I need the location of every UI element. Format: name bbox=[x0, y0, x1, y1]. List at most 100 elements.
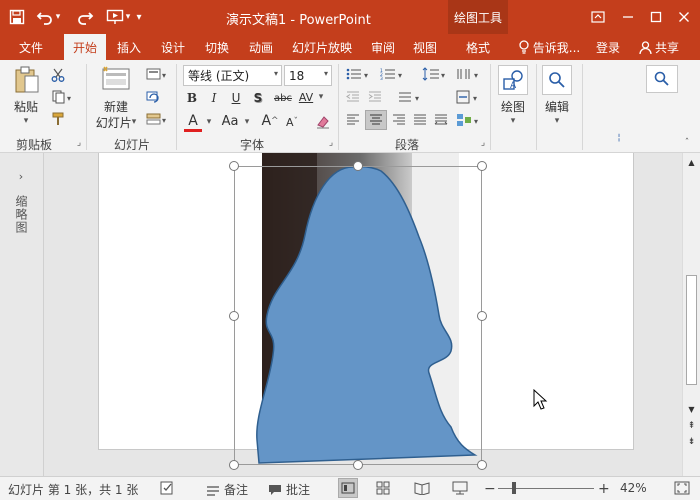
align-left-icon[interactable] bbox=[344, 111, 362, 129]
character-spacing-dropdown-icon[interactable]: ▾ bbox=[316, 90, 326, 104]
tab-design[interactable]: 设计 bbox=[154, 34, 192, 60]
clear-formatting-icon[interactable] bbox=[314, 112, 332, 130]
ribbon-separator bbox=[176, 64, 177, 150]
editing-dropdown-icon[interactable]: ▾ bbox=[552, 116, 562, 126]
tab-insert[interactable]: 插入 bbox=[110, 34, 148, 60]
font-color-dropdown-icon[interactable]: ▾ bbox=[204, 116, 214, 128]
clipboard-launcher-icon[interactable]: ⌟ bbox=[74, 138, 84, 148]
tell-me-button[interactable]: 告诉我... bbox=[514, 34, 584, 60]
scroll-up-icon[interactable]: ▲ bbox=[685, 155, 698, 169]
justify-icon[interactable] bbox=[411, 111, 429, 129]
editing-button-label[interactable]: 编辑 bbox=[540, 98, 574, 114]
align-right-icon[interactable] bbox=[390, 111, 408, 129]
numbering-icon[interactable]: 1 2 3 ▾ bbox=[378, 66, 408, 82]
zoom-in-icon[interactable]: + bbox=[598, 481, 610, 497]
thumbnail-pane-label[interactable]: 缩略图 bbox=[12, 195, 30, 234]
zoom-out-icon[interactable]: − bbox=[484, 481, 496, 497]
maximize-icon[interactable] bbox=[646, 7, 666, 27]
strikethrough-button[interactable]: abc bbox=[272, 89, 294, 107]
notes-button[interactable]: 备注 bbox=[206, 481, 248, 498]
font-size-select[interactable]: 18 ▾ bbox=[284, 65, 332, 86]
grow-font-button[interactable]: A ^ bbox=[261, 112, 278, 130]
new-slide-label-1[interactable]: 新建 bbox=[94, 98, 138, 114]
change-case-dropdown-icon[interactable]: ▾ bbox=[242, 116, 252, 128]
tab-transitions[interactable]: 切换 bbox=[198, 34, 236, 60]
customize-qat-icon[interactable]: ▾ bbox=[132, 6, 146, 28]
underline-button[interactable]: U bbox=[228, 89, 244, 107]
shrink-font-button[interactable]: Aˇ bbox=[284, 114, 300, 130]
scrollbar-thumb[interactable] bbox=[686, 275, 697, 385]
change-case-button[interactable]: Aa bbox=[218, 112, 242, 130]
close-icon[interactable] bbox=[674, 7, 694, 27]
section-icon[interactable]: ▾ bbox=[144, 110, 170, 128]
scroll-down-icon[interactable]: ▼ bbox=[685, 402, 698, 416]
redo-icon[interactable] bbox=[74, 6, 96, 28]
font-name-select[interactable]: 等线 (正文) ▾ bbox=[183, 65, 282, 86]
ribbon-display-options-icon[interactable] bbox=[588, 7, 608, 27]
tab-animations[interactable]: 动画 bbox=[242, 34, 280, 60]
spell-check-icon[interactable] bbox=[160, 481, 176, 495]
reset-slide-icon[interactable] bbox=[144, 88, 162, 106]
zoom-level[interactable]: 42% bbox=[620, 481, 647, 495]
previous-slide-icon[interactable]: ⇞ bbox=[685, 419, 698, 433]
align-text-icon[interactable]: ▾ bbox=[454, 89, 484, 105]
character-spacing-button[interactable]: AV bbox=[296, 88, 316, 106]
svg-text:▾: ▾ bbox=[398, 71, 402, 80]
ribbon-home: 粘贴 ▾ ▾ 剪贴板 ⌟ 新建 幻灯片 ▾ ▾ ▾ 幻灯片 等线 (正文) ▾ 18… bbox=[0, 60, 700, 153]
tab-view[interactable]: 视图 bbox=[406, 34, 444, 60]
editing-search-icon[interactable] bbox=[542, 65, 572, 95]
text-direction-icon[interactable]: ▾ bbox=[396, 89, 426, 105]
drawing-shapes-icon[interactable]: A bbox=[498, 65, 528, 95]
reading-view-icon[interactable] bbox=[414, 481, 430, 495]
format-painter-icon[interactable] bbox=[48, 110, 68, 128]
new-slide-icon[interactable] bbox=[98, 64, 134, 94]
next-slide-icon[interactable]: ⇟ bbox=[685, 435, 698, 449]
minimize-icon[interactable] bbox=[618, 7, 638, 27]
comments-button[interactable]: 批注 bbox=[268, 481, 310, 498]
align-center-icon[interactable] bbox=[365, 110, 387, 130]
bold-button[interactable]: B bbox=[184, 89, 200, 107]
vertical-scrollbar[interactable]: ▲ ▼ ⇞ ⇟ bbox=[682, 153, 700, 476]
collapse-ribbon-icon[interactable]: ˆ bbox=[680, 138, 694, 148]
tab-slideshow[interactable]: 幻灯片放映 bbox=[286, 34, 358, 60]
slide-sorter-view-icon[interactable] bbox=[376, 481, 390, 495]
login-button[interactable]: 登录 bbox=[592, 34, 624, 60]
expand-thumbnails-icon[interactable]: › bbox=[12, 167, 30, 185]
drawing-dropdown-icon[interactable]: ▾ bbox=[508, 116, 518, 126]
paste-dropdown-icon[interactable]: ▾ bbox=[20, 116, 32, 126]
distributed-icon[interactable] bbox=[432, 111, 450, 129]
paragraph-launcher-icon[interactable]: ⌟ bbox=[478, 138, 488, 148]
slide-count-status: 幻灯片 第 1 张，共 1 张 bbox=[8, 483, 139, 497]
slideshow-view-icon[interactable] bbox=[452, 481, 468, 495]
resize-handles[interactable] bbox=[228, 160, 488, 471]
tab-home[interactable]: 开始 bbox=[64, 34, 106, 60]
font-launcher-icon[interactable]: ⌟ bbox=[326, 138, 336, 148]
search-icon[interactable] bbox=[646, 65, 678, 93]
normal-view-icon[interactable] bbox=[338, 478, 358, 498]
tab-file[interactable]: 文件 bbox=[8, 34, 54, 60]
drawing-button-label[interactable]: 绘图 bbox=[496, 98, 530, 114]
font-size-value: 18 bbox=[289, 68, 305, 83]
decrease-indent-icon[interactable] bbox=[344, 89, 362, 105]
fit-slide-icon[interactable] bbox=[674, 481, 690, 495]
tab-format[interactable]: 格式 bbox=[456, 34, 500, 60]
paste-button-label[interactable]: 粘贴 bbox=[8, 98, 44, 114]
columns-icon[interactable]: ▾ bbox=[454, 66, 484, 82]
cut-icon[interactable] bbox=[48, 66, 68, 84]
share-button[interactable]: 共享 bbox=[634, 34, 684, 60]
new-slide-label-2[interactable]: 幻灯片 ▾ bbox=[92, 114, 140, 130]
undo-dropdown-icon[interactable]: ▾ bbox=[52, 6, 64, 28]
paste-icon[interactable] bbox=[10, 64, 44, 96]
copy-icon[interactable]: ▾ bbox=[48, 88, 78, 106]
tab-review[interactable]: 审阅 bbox=[364, 34, 402, 60]
line-spacing-icon[interactable]: ▾ bbox=[420, 66, 450, 82]
text-shadow-button[interactable]: S bbox=[250, 89, 266, 107]
smartart-icon[interactable]: ▾ bbox=[454, 111, 484, 129]
increase-indent-icon[interactable] bbox=[366, 89, 384, 105]
zoom-slider-thumb[interactable] bbox=[512, 482, 516, 494]
save-icon[interactable] bbox=[6, 6, 28, 28]
layout-icon[interactable]: ▾ bbox=[144, 66, 170, 82]
italic-button[interactable]: I bbox=[206, 89, 222, 107]
font-color-button[interactable]: A bbox=[184, 112, 202, 132]
bullets-icon[interactable]: ▾ bbox=[344, 66, 374, 82]
